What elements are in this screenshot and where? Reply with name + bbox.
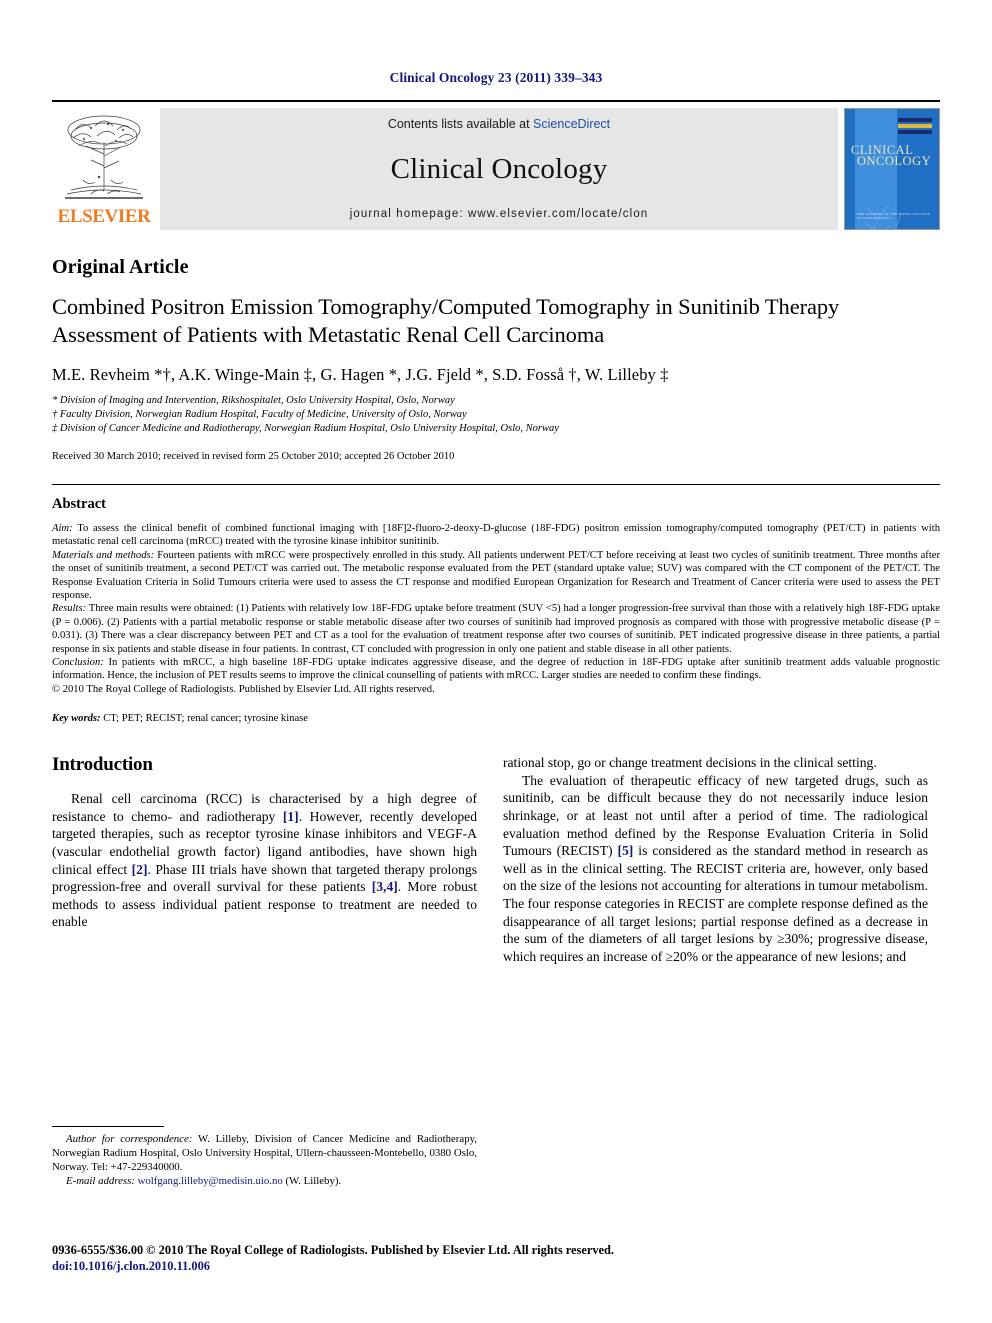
- cover-title-line2: ONCOLOGY: [857, 154, 932, 168]
- abstract-results-label: Results:: [52, 603, 87, 615]
- journal-homepage-link[interactable]: journal homepage: www.elsevier.com/locat…: [350, 208, 649, 220]
- body-columns: Introduction Renal cell carcinoma (RCC) …: [52, 754, 940, 965]
- article-head: Original Article Combined Positron Emiss…: [52, 256, 940, 724]
- abstract-aim: Aim: To assess the clinical benefit of c…: [52, 522, 940, 549]
- column-right: rational stop, go or change treatment de…: [503, 754, 928, 965]
- keywords-text: CT; PET; RECIST; renal cancer; tyrosine …: [100, 713, 308, 725]
- abstract-conclusion-label: Conclusion:: [52, 657, 104, 669]
- abstract-conclusion-text: In patients with mRCC, a high baseline 1…: [52, 657, 940, 682]
- abstract-body: Aim: To assess the clinical benefit of c…: [52, 522, 940, 696]
- citation-ref-1[interactable]: [1]: [283, 809, 299, 824]
- citation-ref-2[interactable]: [2]: [132, 862, 148, 877]
- cover-footer-text: THE JOURNAL OF THE ROYAL COLLEGE OF RADI…: [857, 212, 931, 220]
- email-note: E-mail address: wolfgang.lilleby@medisin…: [52, 1174, 477, 1188]
- doi-line: doi:10.1016/j.clon.2010.11.006: [52, 1259, 942, 1275]
- affiliation-item: ‡ Division of Cancer Medicine and Radiot…: [52, 423, 559, 434]
- introduction-right-text: rational stop, go or change treatment de…: [503, 754, 928, 965]
- article-history: Received 30 March 2010; received in revi…: [52, 451, 455, 462]
- footnote-area: Author for correspondence: W. Lilleby, D…: [52, 1126, 477, 1188]
- affiliation-item: * Division of Imaging and Intervention, …: [52, 395, 455, 406]
- sciencedirect-link[interactable]: ScienceDirect: [533, 117, 610, 131]
- paragraph: Renal cell carcinoma (RCC) is characteri…: [52, 790, 477, 931]
- keywords-label: Key words:: [52, 713, 101, 725]
- footnote-text: Author for correspondence: W. Lilleby, D…: [52, 1132, 477, 1188]
- affiliation-item: † Faculty Division, Norwegian Radium Hos…: [52, 409, 467, 420]
- elsevier-logo: ELSEVIER: [52, 108, 156, 230]
- abstract-conclusion: Conclusion: In patients with mRCC, a hig…: [52, 656, 940, 683]
- article-type: Original Article: [52, 256, 189, 278]
- contents-prefix: Contents lists available at: [387, 117, 534, 131]
- abstract-aim-text: To assess the clinical benefit of combin…: [52, 523, 940, 548]
- abstract-methods-text: Fourteen patients with mRCC were prospec…: [52, 549, 940, 602]
- affiliation-list: * Division of Imaging and Intervention, …: [52, 394, 940, 436]
- article-page: Clinical Oncology 23 (2011) 339–343 ELSE…: [0, 0, 992, 1323]
- author-list: M.E. Revheim *†, A.K. Winge-Main ‡, G. H…: [52, 365, 669, 384]
- correspondence-label: Author for correspondence:: [66, 1133, 193, 1145]
- imprint-block: 0936-6555/$36.00 © 2010 The Royal Colleg…: [52, 1243, 942, 1274]
- contents-available-line: Contents lists available at ScienceDirec…: [388, 117, 610, 131]
- abstract-divider: [52, 484, 940, 485]
- keywords: Key words: CT; PET; RECIST; renal cancer…: [52, 713, 940, 724]
- email-suffix: (W. Lilleby).: [282, 1175, 342, 1187]
- journal-header-center: Contents lists available at ScienceDirec…: [160, 108, 838, 230]
- running-head: Clinical Oncology 23 (2011) 339–343: [389, 70, 603, 85]
- introduction-left-text: Renal cell carcinoma (RCC) is characteri…: [52, 790, 477, 931]
- imprint-line: 0936-6555/$36.00 © 2010 The Royal Colleg…: [52, 1243, 615, 1257]
- journal-header: ELSEVIER Contents lists available at Sci…: [52, 100, 940, 230]
- citation-ref-3-4[interactable]: [3,4]: [372, 879, 398, 894]
- paragraph: The evaluation of therapeutic efficacy o…: [503, 772, 928, 966]
- citation-ref-5[interactable]: [5]: [617, 843, 633, 858]
- doi-value[interactable]: 10.1016/j.clon.2010.11.006: [73, 1259, 210, 1273]
- column-left: Introduction Renal cell carcinoma (RCC) …: [52, 754, 477, 965]
- abstract-methods-label: Materials and methods:: [52, 549, 155, 561]
- section-heading-introduction: Introduction: [52, 754, 153, 776]
- elsevier-wordmark: ELSEVIER: [57, 206, 151, 227]
- doi-label: doi:: [52, 1258, 73, 1273]
- email-label: E-mail address:: [66, 1175, 135, 1187]
- article-title: Combined Positron Emission Tomography/Co…: [52, 294, 840, 347]
- abstract-results-text: Three main results were obtained: (1) Pa…: [52, 603, 940, 655]
- journal-title: Clinical Oncology: [390, 153, 608, 185]
- abstract-copyright: © 2010 The Royal College of Radiologists…: [52, 683, 435, 695]
- elsevier-tree-icon: [65, 115, 143, 199]
- footnote-divider: [52, 1126, 164, 1127]
- cover-flag: [898, 118, 932, 134]
- email-link[interactable]: wolfgang.lilleby@medisin.uio.no: [135, 1175, 283, 1187]
- cover-foliage-icon: [864, 204, 902, 229]
- journal-cover-thumbnail[interactable]: CLINICAL ONCOLOGY THE JOURNAL OF THE ROY…: [844, 108, 940, 230]
- correspondence-note: Author for correspondence: W. Lilleby, D…: [52, 1132, 477, 1174]
- paragraph: rational stop, go or change treatment de…: [503, 755, 877, 771]
- intro-right-text-b: is considered as the standard method in …: [503, 843, 928, 964]
- cover-title: CLINICAL ONCOLOGY: [851, 144, 935, 168]
- abstract-heading: Abstract: [52, 496, 106, 512]
- abstract-methods: Materials and methods: Fourteen patients…: [52, 549, 940, 603]
- abstract-results: Results: Three main results were obtaine…: [52, 602, 940, 656]
- abstract-aim-label: Aim:: [52, 523, 73, 534]
